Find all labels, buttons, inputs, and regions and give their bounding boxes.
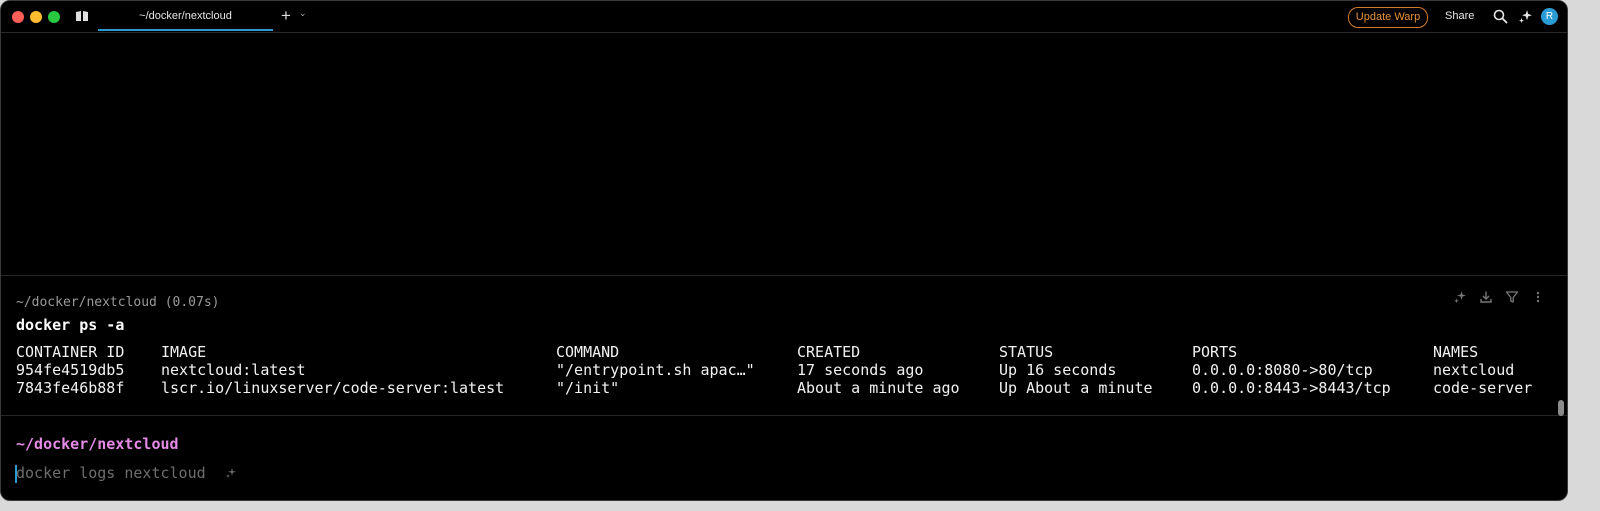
scrollbar[interactable] xyxy=(1558,400,1564,416)
column-header: NAMES xyxy=(1433,343,1479,361)
more-options-icon[interactable] xyxy=(1531,290,1545,304)
minimize-window-button[interactable] xyxy=(30,11,42,23)
table-cell: 0.0.0.0:8443->8443/tcp xyxy=(1192,379,1391,397)
table-cell: 0.0.0.0:8080->80/tcp xyxy=(1192,361,1373,379)
column-header: STATUS xyxy=(999,343,1054,361)
close-window-button[interactable] xyxy=(12,11,24,23)
column-header: CONTAINER ID xyxy=(16,343,125,361)
table-cell: About a minute ago xyxy=(797,379,960,397)
table-cell: code-server xyxy=(1433,379,1533,397)
block-divider-bottom xyxy=(1,415,1567,416)
command-input[interactable]: docker logs nextcloud xyxy=(16,464,206,482)
ai-sparkle-icon[interactable] xyxy=(1453,290,1467,304)
search-icon[interactable] xyxy=(1493,9,1508,24)
tab-title: ~/docker/nextcloud xyxy=(139,10,232,22)
avatar[interactable]: R xyxy=(1541,8,1558,25)
table-row: 954fe4519db5 nextcloud:latest "/entrypoi… xyxy=(16,361,1514,379)
table-cell: 17 seconds ago xyxy=(797,361,924,379)
block-divider-top xyxy=(1,275,1567,276)
command-output: CONTAINER ID IMAGE COMMAND CREATED STATU… xyxy=(16,343,1532,397)
block-command[interactable]: docker ps -a xyxy=(16,316,124,334)
tab-active[interactable]: ~/docker/nextcloud xyxy=(98,1,273,31)
table-header-row: CONTAINER ID IMAGE COMMAND CREATED STATU… xyxy=(16,343,1478,361)
column-header: IMAGE xyxy=(161,343,207,361)
column-header: PORTS xyxy=(1192,343,1238,361)
table-cell: 954fe4519db5 xyxy=(16,361,125,379)
ai-sparkle-icon[interactable] xyxy=(1518,9,1533,24)
share-button[interactable]: Share xyxy=(1445,10,1474,22)
maximize-window-button[interactable] xyxy=(48,11,60,23)
terminal-window: ~/docker/nextcloud + ⌄ Update Warp Share… xyxy=(0,0,1568,501)
chevron-down-icon[interactable]: ⌄ xyxy=(299,8,307,19)
book-icon[interactable] xyxy=(75,10,89,22)
tab-active-indicator xyxy=(98,29,273,31)
table-cell: nextcloud:latest xyxy=(161,361,306,379)
table-cell: nextcloud xyxy=(1433,361,1515,379)
table-cell: Up About a minute xyxy=(999,379,1153,397)
title-bar: ~/docker/nextcloud + ⌄ Update Warp Share… xyxy=(1,1,1567,33)
prompt-directory: ~/docker/nextcloud xyxy=(16,435,179,453)
table-row: 7843fe46b88f lscr.io/linuxserver/code-se… xyxy=(16,379,1532,397)
download-icon[interactable] xyxy=(1479,290,1493,304)
filter-icon[interactable] xyxy=(1505,290,1519,304)
column-header: CREATED xyxy=(797,343,861,361)
table-cell: lscr.io/linuxserver/code-server:latest xyxy=(161,379,505,397)
block-header: ~/docker/nextcloud (0.07s) xyxy=(16,295,220,310)
table-cell: "/init" xyxy=(556,379,620,397)
new-tab-button[interactable]: + xyxy=(281,7,291,25)
update-warp-button[interactable]: Update Warp xyxy=(1348,7,1428,28)
ai-sparkle-icon[interactable] xyxy=(225,467,237,479)
table-cell: Up 16 seconds xyxy=(999,361,1117,379)
block-actions xyxy=(1453,290,1553,306)
table-cell: 7843fe46b88f xyxy=(16,379,125,397)
table-cell: "/entrypoint.sh apac…" xyxy=(556,361,755,379)
column-header: COMMAND xyxy=(556,343,620,361)
